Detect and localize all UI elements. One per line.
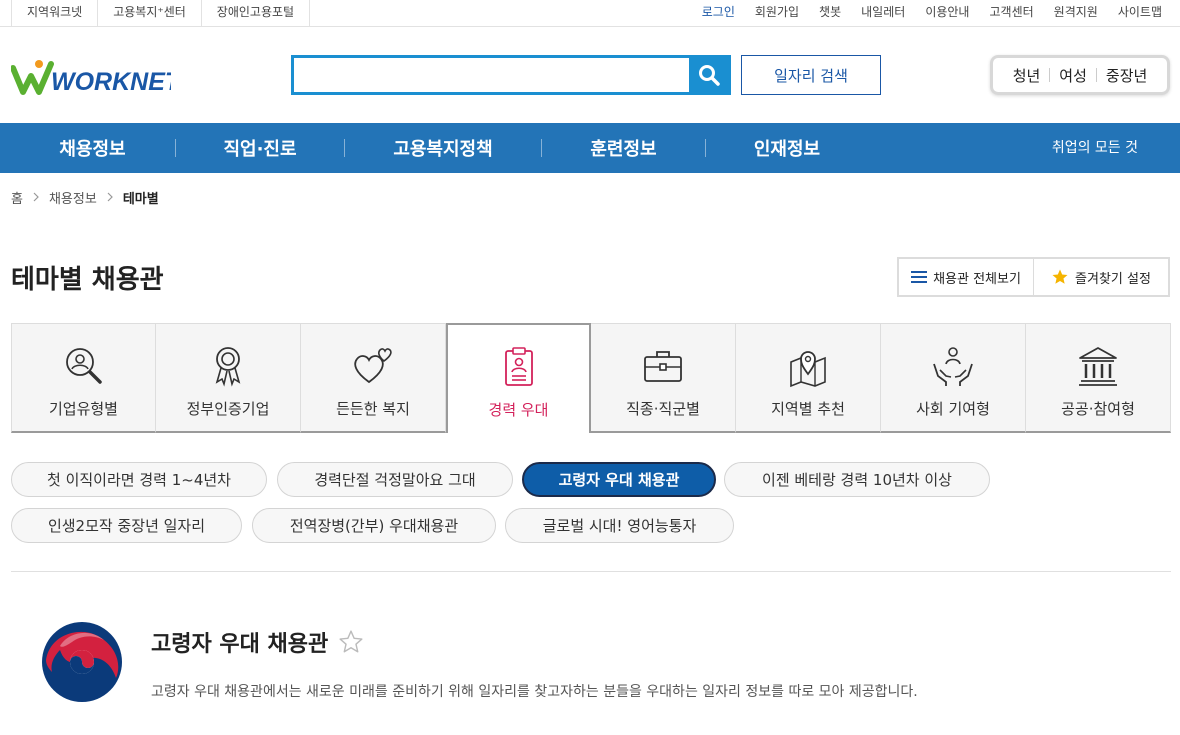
- section-title: 고령자 우대 채용관: [151, 626, 364, 658]
- taegeuk-emblem-icon: [42, 622, 122, 702]
- star-outline-icon[interactable]: [338, 629, 364, 655]
- search-button[interactable]: [689, 55, 729, 95]
- magnifier-person-icon: [65, 348, 102, 384]
- utility-bar: 지역워크넷 고용복지⁺센터 장애인고용포털 로그인 회원가입 챗봇 내일레터 이…: [0, 0, 1180, 27]
- chip-veteran-10-years[interactable]: 이젠 베테랑 경력 10년차 이상: [724, 462, 990, 497]
- target-middle-aged-link[interactable]: 중장년: [1097, 65, 1156, 86]
- award-medal-icon: [215, 347, 241, 387]
- gnb-item-job-info[interactable]: 채용정보: [10, 135, 175, 161]
- utility-links: 로그인 회원가입 챗봇 내일레터 이용안내 고객센터 원격지원 사이트맵: [702, 0, 1162, 26]
- gnb-all-about-employment[interactable]: 취업의 모든 것: [1052, 123, 1138, 173]
- global-navigation: 채용정보 직업·진로 고용복지정책 훈련정보 인재정보 취업의 모든 것: [0, 123, 1180, 173]
- newsletter-link[interactable]: 내일레터: [861, 0, 905, 26]
- title-actions: 채용관 전체보기 즐겨찾기 설정: [897, 257, 1170, 297]
- tab-experience-preferred[interactable]: 경력 우대: [446, 323, 591, 433]
- map-pin-icon: [790, 351, 826, 388]
- hands-people-icon: [933, 347, 973, 386]
- signup-link[interactable]: 회원가입: [755, 0, 799, 26]
- list-icon: [911, 271, 928, 283]
- chip-career-break[interactable]: 경력단절 걱정말아요 그대: [277, 462, 513, 497]
- remote-support-link[interactable]: 원격지원: [1054, 0, 1098, 26]
- chevron-right-icon: [107, 192, 113, 202]
- gnb-item-welfare-policy[interactable]: 고용복지정책: [345, 135, 541, 161]
- logo-text: WORKNET: [51, 68, 171, 96]
- family-site-links: 지역워크넷 고용복지⁺센터 장애인고용포털: [11, 0, 311, 26]
- login-link[interactable]: 로그인: [702, 0, 735, 26]
- tab-label: 든든한 복지: [336, 400, 410, 418]
- tab-social-contribution[interactable]: 사회 기여형: [881, 323, 1026, 433]
- hearts-icon: [354, 348, 392, 384]
- chip-senior-preferred[interactable]: 고령자 우대 채용관: [522, 462, 716, 497]
- breadcrumb-current: 테마별: [122, 191, 159, 207]
- chatbot-link[interactable]: 챗봇: [819, 0, 841, 26]
- guide-link[interactable]: 이용안내: [925, 0, 969, 26]
- page-title: 테마별 채용관: [11, 265, 164, 295]
- view-all-halls-button[interactable]: 채용관 전체보기: [899, 259, 1033, 295]
- tab-label: 정부인증기업: [186, 400, 270, 418]
- gnb-menu: 채용정보 직업·진로 고용복지정책 훈련정보 인재정보: [10, 123, 868, 173]
- chip-second-career[interactable]: 인생2모작 중장년 일자리: [11, 508, 242, 543]
- chip-discharged-soldiers[interactable]: 전역장병(간부) 우대채용관: [252, 508, 496, 543]
- search-input[interactable]: [294, 58, 694, 92]
- section-title-text: 고령자 우대 채용관: [151, 632, 329, 657]
- view-all-label: 채용관 전체보기: [933, 271, 1021, 287]
- tab-label: 공공·참여형: [1061, 400, 1135, 418]
- target-group-links: 청년 여성 중장년: [990, 55, 1170, 95]
- tab-gov-certified[interactable]: 정부인증기업: [156, 323, 301, 433]
- favorite-label: 즐겨찾기 설정: [1075, 271, 1151, 287]
- tab-job-category[interactable]: 직종·직군별: [591, 323, 736, 433]
- job-search-button[interactable]: 일자리 검색: [741, 55, 881, 95]
- breadcrumb-home[interactable]: 홈: [11, 188, 23, 207]
- section-description: 고령자 우대 채용관에서는 새로운 미래를 준비하기 위해 일자리를 찾고자하는…: [151, 684, 918, 700]
- breadcrumb-job-info[interactable]: 채용정보: [49, 188, 97, 207]
- search-icon: [699, 65, 720, 86]
- chip-english-fluent[interactable]: 글로벌 시대! 영어능통자: [505, 508, 734, 543]
- tab-public-participation[interactable]: 공공·참여형: [1026, 323, 1171, 433]
- add-favorite-button[interactable]: 즐겨찾기 설정: [1033, 259, 1168, 295]
- sitemap-link[interactable]: 사이트맵: [1118, 0, 1162, 26]
- public-building-icon: [1079, 347, 1117, 386]
- tab-label: 경력 우대: [488, 401, 549, 419]
- customer-center-link[interactable]: 고객센터: [989, 0, 1033, 26]
- gnb-item-talent[interactable]: 인재정보: [706, 135, 868, 161]
- worknet-logo[interactable]: WORKNET: [11, 58, 171, 98]
- tab-label: 기업유형별: [48, 400, 118, 418]
- tab-label: 지역별 추천: [771, 400, 845, 418]
- gnb-item-training[interactable]: 훈련정보: [542, 135, 705, 161]
- briefcase-icon: [644, 351, 682, 382]
- tab-label: 직종·직군별: [626, 400, 700, 418]
- search-box: [291, 55, 731, 95]
- gnb-item-career[interactable]: 직업·진로: [176, 135, 344, 161]
- link-disabled-employment-portal[interactable]: 장애인고용포털: [200, 0, 311, 26]
- link-local-worknet[interactable]: 지역워크넷: [11, 0, 97, 26]
- breadcrumb: 홈 채용정보 테마별: [11, 187, 159, 207]
- star-icon: [1052, 269, 1068, 284]
- target-youth-link[interactable]: 청년: [1004, 65, 1050, 86]
- tab-region[interactable]: 지역별 추천: [736, 323, 881, 433]
- theme-tabs: 기업유형별 정부인증기업 든든한 복지 경력 우대 직종·직군별 지역별 추천 …: [11, 323, 1171, 433]
- target-women-link[interactable]: 여성: [1050, 65, 1096, 86]
- link-employment-welfare-center[interactable]: 고용복지⁺센터: [97, 0, 201, 26]
- chip-first-job-change[interactable]: 첫 이직이라면 경력 1~4년차: [11, 462, 267, 497]
- tab-label: 사회 기여형: [916, 400, 990, 418]
- chevron-right-icon: [33, 192, 39, 202]
- tab-company-type[interactable]: 기업유형별: [11, 323, 156, 433]
- tab-welfare[interactable]: 든든한 복지: [301, 323, 446, 433]
- section-divider: [11, 571, 1171, 572]
- clipboard-person-icon: [504, 347, 533, 386]
